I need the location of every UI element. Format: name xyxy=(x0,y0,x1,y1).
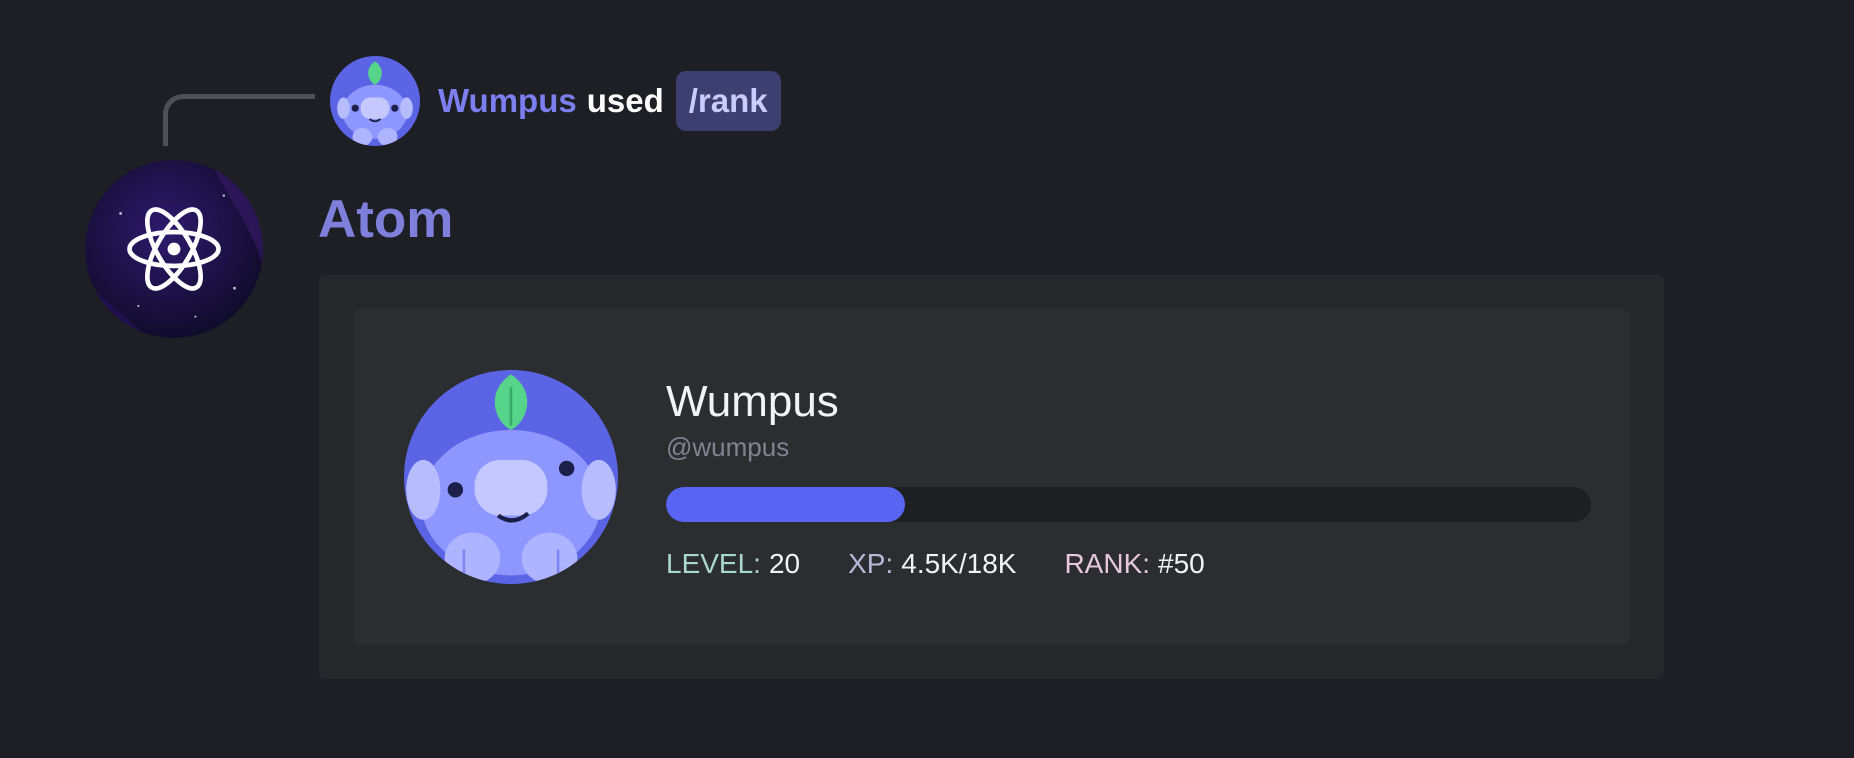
wumpus-avatar[interactable] xyxy=(330,56,420,146)
rank-handle: @wumpus xyxy=(666,432,790,462)
rank-value: #50 xyxy=(1158,548,1205,579)
level-label: LEVEL: xyxy=(666,548,761,579)
xp-progress-bar xyxy=(666,487,1591,522)
bot-name[interactable]: Atom xyxy=(318,188,453,252)
rank-user-avatar xyxy=(404,370,618,584)
xp-progress-fill xyxy=(666,487,905,522)
xp-value: 4.5K/18K xyxy=(901,548,1017,579)
rank-card: Wumpus @wumpus LEVEL: 20 XP: 4.5K/18K RA… xyxy=(353,309,1630,645)
atom-icon xyxy=(85,160,263,338)
rank-label: RANK: xyxy=(1064,548,1151,579)
rank-embed: Wumpus @wumpus LEVEL: 20 XP: 4.5K/18K RA… xyxy=(319,275,1664,679)
reply-connector-line xyxy=(163,94,315,146)
rank-display-name: Wumpus xyxy=(666,377,839,426)
reply-verb: used xyxy=(586,82,664,119)
reply-header: Wumpus used /rank xyxy=(330,56,781,146)
xp-stat: XP: 4.5K/18K xyxy=(848,547,1016,581)
level-value: 20 xyxy=(768,548,801,579)
rank-stats: LEVEL: 20 XP: 4.5K/18K RANK: #50 xyxy=(666,547,1205,581)
command-pill[interactable]: /rank xyxy=(675,71,781,131)
rank-stat: RANK: #50 xyxy=(1064,547,1204,581)
bot-avatar[interactable] xyxy=(85,160,263,338)
reply-username[interactable]: Wumpus xyxy=(438,82,577,120)
xp-label: XP: xyxy=(848,548,894,579)
level-stat: LEVEL: 20 xyxy=(666,547,800,581)
